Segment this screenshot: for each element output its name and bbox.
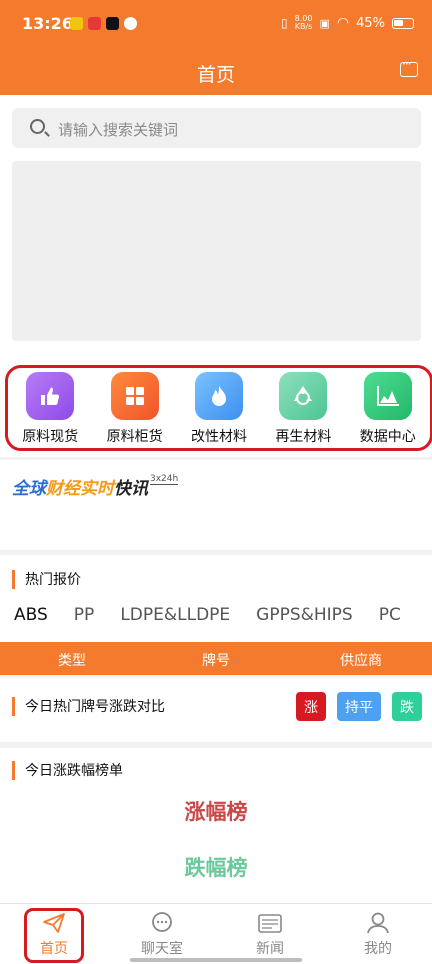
net-speed: 8.00 KB/s xyxy=(294,14,313,31)
section-title: 今日涨跌幅榜单 xyxy=(12,760,123,780)
column-header: 牌号 xyxy=(202,653,230,669)
status-right: ▯ 8.00 KB/s ▣ ◠ 45% xyxy=(281,15,414,31)
compare-section: 今日热门牌号涨跌对比 涨 持平 跌 xyxy=(0,678,432,742)
category-label: 原料现货 xyxy=(22,429,79,445)
vibrate-icon: ▯ xyxy=(281,16,288,30)
product-tabs: ABS PP LDPE&LLDPE GPPS&HIPS PC xyxy=(14,605,427,625)
wifi-icon: ◠ xyxy=(336,15,350,31)
category-label: 改性材料 xyxy=(190,429,247,445)
news-ticker-logo: 全球财经实时快讯 3x24h xyxy=(12,474,179,499)
header: 首页 xyxy=(0,48,432,95)
tab-ldpe-lldpe[interactable]: LDPE&LLDPE xyxy=(120,605,230,625)
search-icon xyxy=(30,119,45,134)
grid-icon xyxy=(110,372,159,420)
news-ticker-section[interactable]: 全球财经实时快讯 3x24h xyxy=(0,460,432,550)
hot-quotes-section: 热门报价 ABS PP LDPE&LLDPE GPPS&HIPS PC 类型 牌… xyxy=(0,555,432,675)
rise-badge[interactable]: 涨 xyxy=(296,692,326,721)
nav-news[interactable]: 新闻 xyxy=(216,904,324,964)
chat-bubble-icon xyxy=(152,912,172,932)
category-grid: 原料现货 原料柜货 改性材料 再生材料 数据中心 xyxy=(5,365,432,451)
notification-icons xyxy=(70,17,137,30)
column-header: 类型 xyxy=(58,653,86,669)
flat-badge[interactable]: 持平 xyxy=(337,692,381,721)
bottom-nav: 首页 聊天室 新闻 我的 xyxy=(0,903,432,964)
news-icon xyxy=(258,914,282,933)
category-data-center[interactable]: 数据中心 xyxy=(348,368,428,448)
page-title: 首页 xyxy=(196,64,235,86)
category-recycled[interactable]: 再生材料 xyxy=(263,368,343,448)
flame-icon xyxy=(194,372,243,420)
search-placeholder: 请输入搜索关键词 xyxy=(58,121,179,139)
battery-icon xyxy=(392,17,414,29)
status-bar: 13:26 ▯ 8.00 KB/s ▣ ◠ 45% xyxy=(0,0,432,48)
category-label: 再生材料 xyxy=(275,429,332,445)
category-label: 数据中心 xyxy=(359,429,416,445)
gesture-bar xyxy=(130,958,302,962)
app-notification-icon xyxy=(88,17,101,30)
nav-mine[interactable]: 我的 xyxy=(324,904,432,964)
category-raw-container[interactable]: 原料柜货 xyxy=(95,368,175,448)
banner[interactable] xyxy=(12,161,421,341)
nav-home[interactable]: 首页 xyxy=(0,904,108,964)
category-raw-spot[interactable]: 原料现货 xyxy=(10,368,90,448)
column-header: 供应商 xyxy=(340,653,382,669)
app-notification-icon xyxy=(124,17,137,30)
chart-icon xyxy=(363,372,412,420)
tiktok-icon xyxy=(106,17,119,30)
thumbs-up-icon xyxy=(26,372,75,420)
section-title: 热门报价 xyxy=(12,569,81,589)
tab-pp[interactable]: PP xyxy=(74,605,95,625)
nav-chatroom[interactable]: 聊天室 xyxy=(108,904,216,964)
tab-gpps-hips[interactable]: GPPS&HIPS xyxy=(256,605,353,625)
top-section: 请输入搜索关键词 原料现货 原料柜货 改性材料 再生材料 数据中心 xyxy=(0,95,432,457)
search-input[interactable]: 请输入搜索关键词 xyxy=(12,108,421,148)
category-label: 原料柜货 xyxy=(106,429,163,445)
tab-pc[interactable]: PC xyxy=(379,605,401,625)
category-modified[interactable]: 改性材料 xyxy=(179,368,259,448)
status-time: 13:26 xyxy=(22,14,73,33)
message-icon[interactable] xyxy=(400,57,418,77)
user-icon xyxy=(367,912,389,934)
fall-badge[interactable]: 跌 xyxy=(392,692,422,721)
battery-percent: 45% xyxy=(356,15,385,31)
paper-plane-icon xyxy=(43,913,65,933)
recycle-icon xyxy=(279,372,328,420)
ranking-section: 今日涨跌幅榜单 涨幅榜 跌幅榜 xyxy=(0,748,432,903)
rise-ranking-link[interactable]: 涨幅榜 xyxy=(0,796,432,826)
tab-abs[interactable]: ABS xyxy=(14,605,48,625)
app-notification-icon xyxy=(70,17,83,30)
fall-ranking-link[interactable]: 跌幅榜 xyxy=(0,852,432,882)
section-title: 今日热门牌号涨跌对比 xyxy=(12,696,165,716)
sim-icon: ▣ xyxy=(319,16,330,30)
quote-table-header: 类型 牌号 供应商 xyxy=(0,642,432,675)
